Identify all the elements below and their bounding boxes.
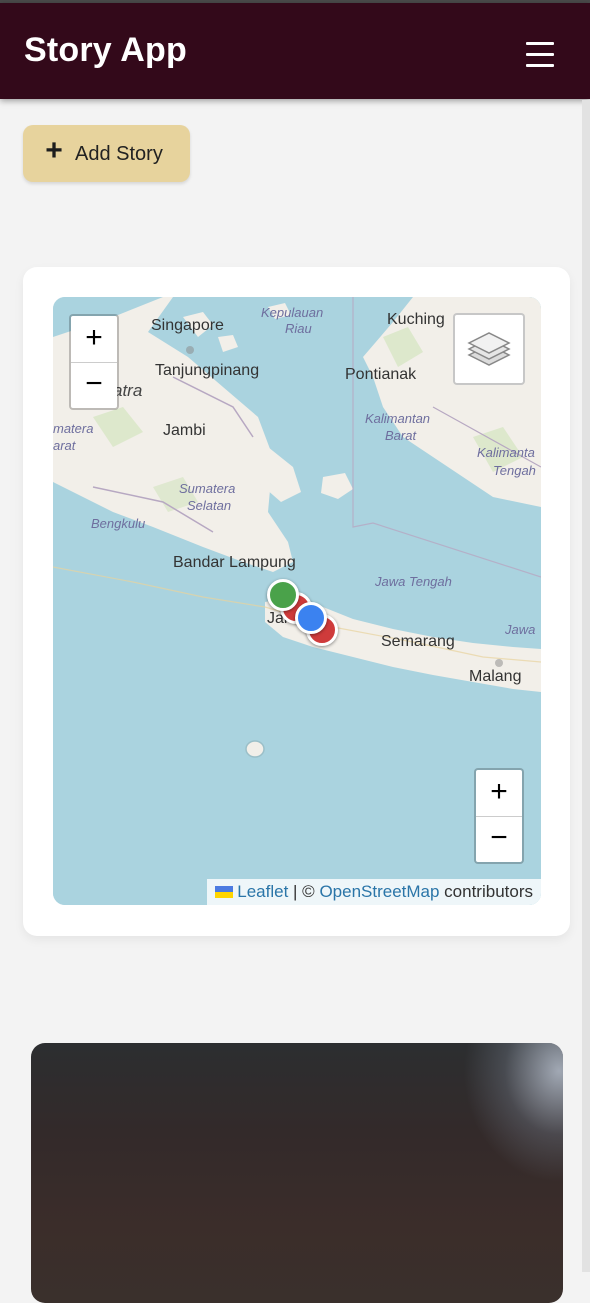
leaflet-link[interactable]: Leaflet: [237, 882, 288, 901]
label-kuching: Kuching: [387, 311, 445, 328]
app-title: Story App: [24, 31, 187, 69]
label-jawa-tengah: Jawa Tengah: [374, 574, 452, 589]
app-header: Story App: [0, 3, 590, 99]
hamburger-menu-icon[interactable]: [522, 38, 560, 72]
label-sumatera-barat-2: arat: [53, 438, 77, 453]
label-malang: Malang: [469, 668, 521, 685]
label-jambi: Jambi: [163, 422, 206, 439]
label-tanjungpinang: Tanjungpinang: [155, 362, 259, 379]
label-sumatera-selatan-1: Sumatera: [179, 481, 235, 496]
label-semarang: Semarang: [381, 633, 455, 650]
story-card[interactable]: [31, 1043, 563, 1303]
zoom-in-button[interactable]: +: [476, 770, 522, 817]
label-riau: Riau: [285, 321, 312, 336]
zoom-out-button[interactable]: −: [476, 816, 522, 862]
story-marker[interactable]: [295, 602, 327, 634]
openstreetmap-link[interactable]: OpenStreetMap: [319, 882, 439, 901]
label-sumatera-selatan-2: Selatan: [187, 498, 231, 513]
zoom-control-top: + −: [69, 314, 119, 410]
label-bengkulu: Bengkulu: [91, 516, 145, 531]
label-kalimantan-tengah-1: Kalimanta: [477, 445, 535, 460]
label-kalimantan-barat-1: Kalimantan: [365, 411, 430, 426]
label-kalimantan-barat-2: Barat: [385, 428, 417, 443]
label-kalimantan-tengah-2: Tengah: [493, 463, 536, 478]
story-map[interactable]: Singapore Kepulauan Riau Kuching Tanjung…: [53, 297, 541, 905]
zoom-in-button[interactable]: +: [71, 316, 117, 363]
map-attribution: Leaflet | © OpenStreetMap contributors: [207, 879, 541, 905]
label-kepulauan: Kepulauan: [261, 305, 323, 320]
plus-icon: +: [45, 134, 63, 167]
label-pontianak: Pontianak: [345, 366, 417, 383]
add-story-label: Add Story: [75, 143, 163, 165]
ukraine-flag-icon: [215, 886, 234, 898]
label-jawa: Jawa: [504, 622, 535, 637]
page-scrollbar[interactable]: [582, 100, 590, 1272]
label-bandar-lampung: Bandar Lampung: [173, 554, 296, 571]
map-card: Singapore Kepulauan Riau Kuching Tanjung…: [23, 267, 570, 936]
zoom-control-bottom: + −: [474, 768, 524, 864]
attribution-separator: | ©: [288, 882, 320, 901]
story-marker[interactable]: [267, 579, 299, 611]
layers-icon: [467, 332, 511, 366]
add-story-button[interactable]: + Add Story: [23, 125, 190, 182]
label-singapore: Singapore: [151, 317, 224, 334]
attribution-suffix: contributors: [439, 882, 533, 901]
story-photo: [463, 1043, 563, 1183]
label-sumatera-barat-1: matera: [53, 421, 93, 436]
zoom-out-button[interactable]: −: [71, 362, 117, 408]
layers-button[interactable]: [453, 313, 525, 385]
